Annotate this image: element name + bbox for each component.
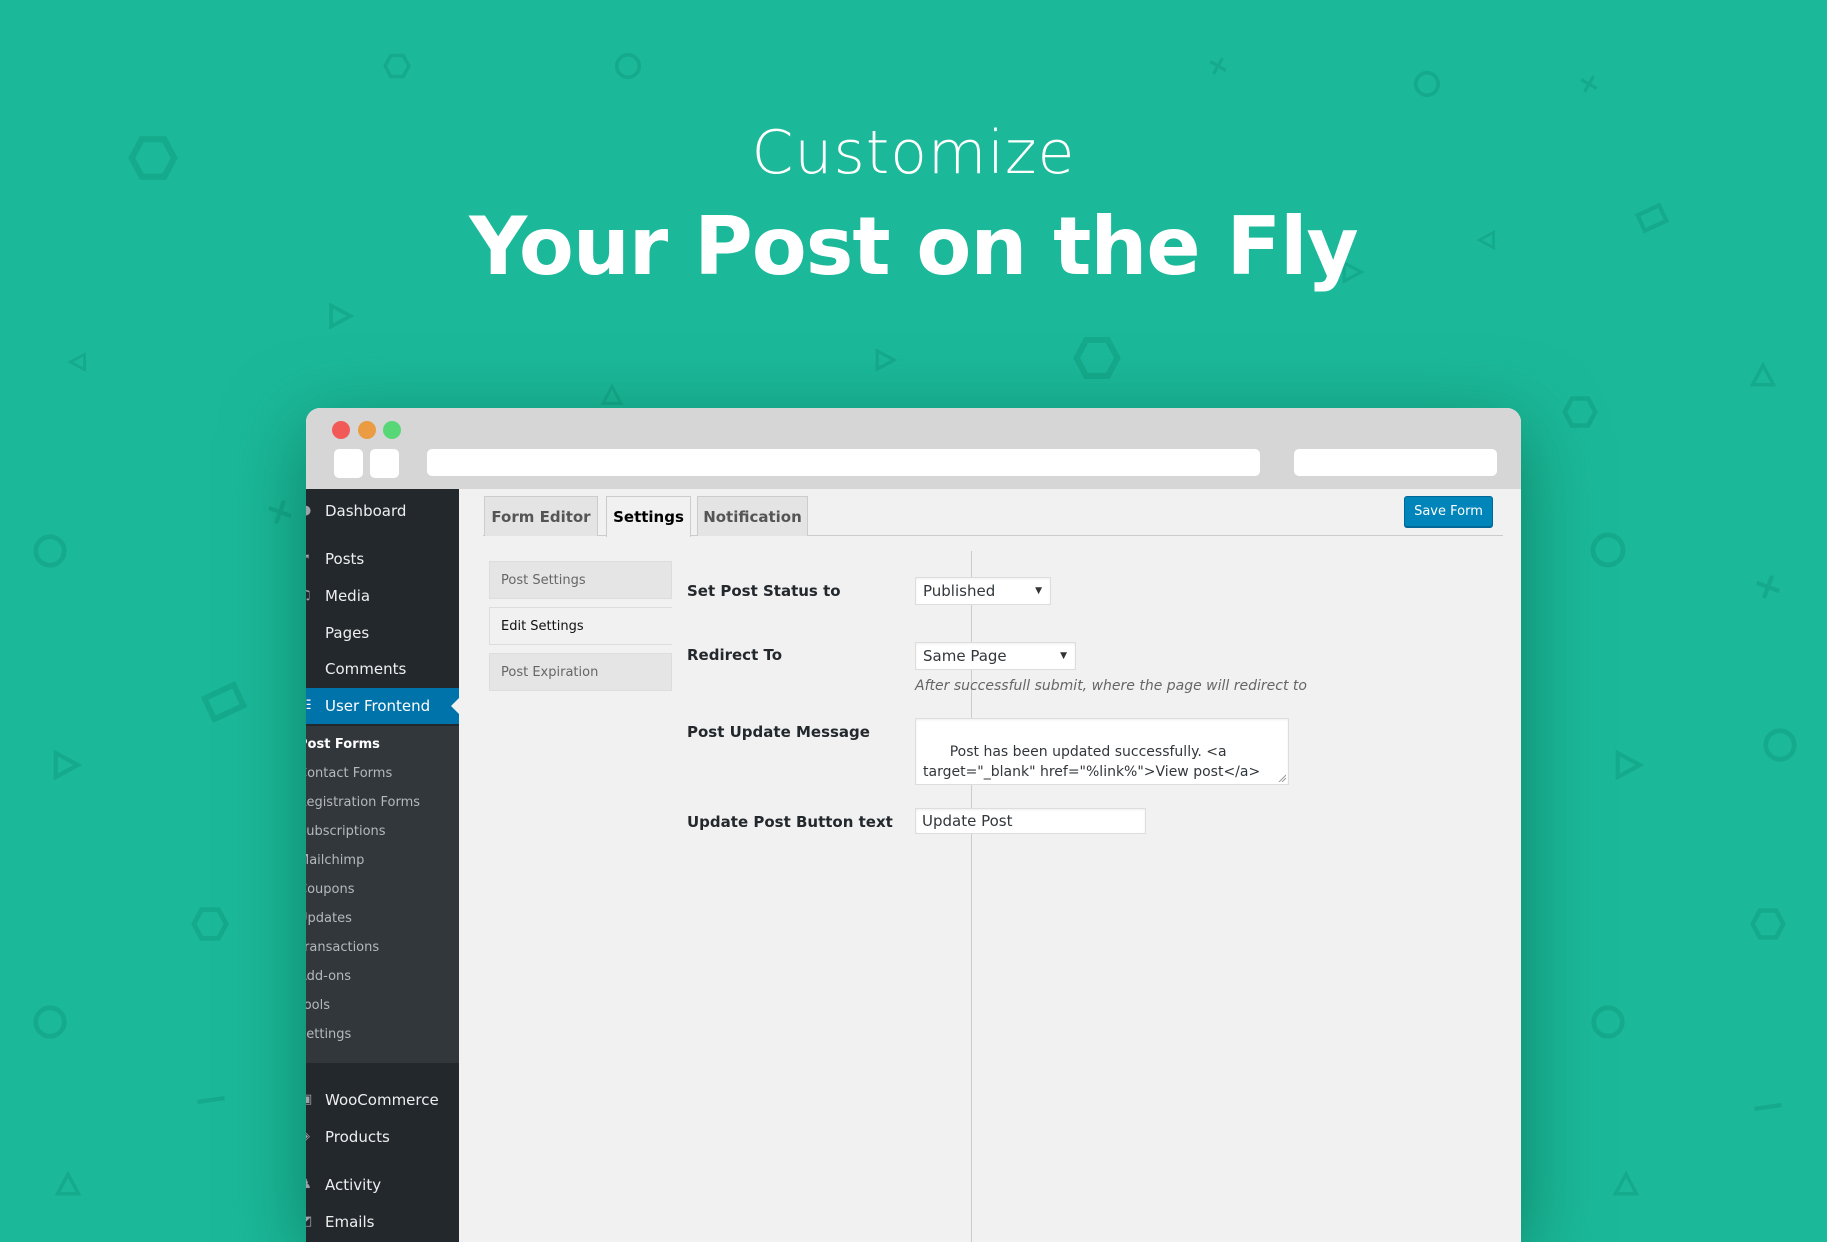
dash-decoration-icon <box>197 1096 225 1104</box>
pin-icon: ➚ <box>306 552 314 566</box>
submenu-updates[interactable]: Updates <box>306 911 352 926</box>
circle-decoration-icon <box>1763 728 1797 762</box>
user-frontend-submenu: Post Forms Contact Forms Registration Fo… <box>306 726 459 1063</box>
subtab-edit-settings[interactable]: Edit Settings <box>489 607 672 645</box>
post-status-label: Set Post Status to <box>687 582 841 600</box>
submenu-coupons[interactable]: Coupons <box>306 882 355 897</box>
hero-subtitle: Customize <box>751 118 1076 188</box>
form-icon: ☷ <box>306 699 314 713</box>
button-text-value: Update Post <box>922 812 1013 830</box>
activity-icon: ♟ <box>306 1178 314 1192</box>
maximize-window-button[interactable] <box>383 421 401 439</box>
redirect-label: Redirect To <box>687 646 783 664</box>
hexagon-decoration-icon <box>1750 908 1786 940</box>
hexagon-decoration-icon <box>1562 396 1598 428</box>
browser-window: ◕ Dashboard ➚ Posts ♫ Media ▮ Pages ▮ Co… <box>306 408 1521 1242</box>
hexagon-decoration-icon <box>1073 337 1121 379</box>
tab-form-editor[interactable]: Form Editor <box>484 496 598 536</box>
submenu-post-forms[interactable]: Post Forms <box>306 737 380 752</box>
subtab-post-settings[interactable]: Post Settings <box>489 561 672 599</box>
circle-decoration-icon <box>1590 532 1626 568</box>
submenu-mailchimp[interactable]: Mailchimp <box>306 853 364 868</box>
browser-chrome <box>306 408 1521 489</box>
x-decoration-icon <box>268 500 292 524</box>
circle-decoration-icon <box>1413 70 1441 98</box>
hero-title: Your Post on the Fly <box>469 200 1358 293</box>
active-menu-indicator <box>451 698 459 714</box>
address-bar[interactable] <box>427 449 1260 476</box>
x-decoration-icon <box>1580 75 1598 93</box>
sidebar-item-products[interactable]: ◈ Products <box>306 1119 459 1155</box>
circle-decoration-icon <box>33 1005 67 1039</box>
submenu-add-ons[interactable]: Add-ons <box>306 969 351 984</box>
dashboard-icon: ◕ <box>306 504 314 518</box>
sidebar-item-user-frontend[interactable]: ☷ User Frontend <box>306 688 459 724</box>
woocommerce-icon: ▣ <box>306 1093 313 1107</box>
triangle-left-decoration-icon <box>67 351 86 373</box>
submenu-subscriptions[interactable]: Subscriptions <box>306 824 386 839</box>
update-message-value: Post has been updated successfully. <a t… <box>923 744 1261 780</box>
tab-notification[interactable]: Notification <box>697 496 808 536</box>
diamond-decoration-icon <box>200 680 248 724</box>
sidebar-item-media[interactable]: ♫ Media <box>306 578 459 614</box>
redirect-help-text: After successfull submit, where the page… <box>915 678 1307 694</box>
chevron-down-icon: ▼ <box>1035 586 1042 596</box>
sidebar-item-activity[interactable]: ♟ Activity <box>306 1167 459 1203</box>
triangle-right-decoration-icon <box>875 348 898 372</box>
circle-decoration-icon <box>614 52 642 80</box>
x-decoration-icon <box>1756 575 1780 599</box>
minimize-window-button[interactable] <box>358 421 376 439</box>
hexagon-decoration-icon <box>191 907 229 941</box>
sidebar-item-dashboard[interactable]: ◕ Dashboard <box>306 493 459 529</box>
submenu-tools[interactable]: Tools <box>306 998 330 1013</box>
triangle-up-decoration-icon <box>1612 1170 1640 1196</box>
sidebar-item-emails[interactable]: ◩ Emails <box>306 1204 459 1240</box>
sidebar-item-pages[interactable]: ▮ Pages <box>306 615 459 651</box>
circle-decoration-icon <box>1591 1005 1625 1039</box>
forward-button[interactable] <box>370 449 399 478</box>
subtab-post-expiration[interactable]: Post Expiration <box>489 653 672 691</box>
update-message-label: Post Update Message <box>687 723 870 741</box>
submenu-settings[interactable]: Settings <box>306 1027 351 1042</box>
chevron-down-icon: ▼ <box>1060 651 1067 661</box>
sidebar-item-posts[interactable]: ➚ Posts <box>306 541 459 577</box>
main-content: Form Editor Settings Notification Save F… <box>459 489 1521 1242</box>
triangle-up-decoration-icon <box>1749 361 1777 387</box>
save-form-button[interactable]: Save Form <box>1404 496 1493 527</box>
close-window-button[interactable] <box>332 421 350 439</box>
submenu-registration-forms[interactable]: Registration Forms <box>306 795 420 810</box>
post-status-select[interactable]: Published ▼ <box>915 577 1051 605</box>
product-icon: ◈ <box>306 1130 314 1144</box>
redirect-value: Same Page <box>923 647 1007 665</box>
circle-decoration-icon <box>33 534 67 568</box>
submenu-transactions[interactable]: Transactions <box>306 940 379 955</box>
update-message-textarea[interactable]: Post has been updated successfully. <a t… <box>915 718 1289 785</box>
triangle-right-decoration-icon <box>53 749 83 781</box>
admin-sidebar: ◕ Dashboard ➚ Posts ♫ Media ▮ Pages ▮ Co… <box>306 489 459 1242</box>
triangle-right-decoration-icon <box>329 302 355 330</box>
redirect-select[interactable]: Same Page ▼ <box>915 642 1076 670</box>
sidebar-item-comments[interactable]: ▮ Comments <box>306 651 459 687</box>
button-text-label: Update Post Button text <box>687 813 893 831</box>
triangle-up-decoration-icon <box>600 383 624 405</box>
post-status-value: Published <box>923 582 996 600</box>
back-button[interactable] <box>334 449 363 478</box>
submenu-contact-forms[interactable]: Contact Forms <box>306 766 392 781</box>
x-decoration-icon <box>1209 57 1227 75</box>
browser-search-bar[interactable] <box>1294 449 1497 476</box>
triangle-up-decoration-icon <box>54 1170 82 1196</box>
button-text-input[interactable]: Update Post <box>915 808 1146 834</box>
page-icon: ▮ <box>306 626 314 640</box>
tab-settings[interactable]: Settings <box>606 496 691 537</box>
comment-icon: ▮ <box>306 662 314 676</box>
sidebar-item-woocommerce[interactable]: ▣ WooCommerce <box>306 1082 459 1118</box>
dash-decoration-icon <box>1754 1103 1782 1111</box>
hexagon-decoration-icon <box>383 53 411 79</box>
email-icon: ◩ <box>306 1215 313 1229</box>
media-icon: ♫ <box>306 589 314 603</box>
triangle-right-decoration-icon <box>1615 749 1645 781</box>
resize-handle-icon[interactable] <box>1278 774 1286 782</box>
